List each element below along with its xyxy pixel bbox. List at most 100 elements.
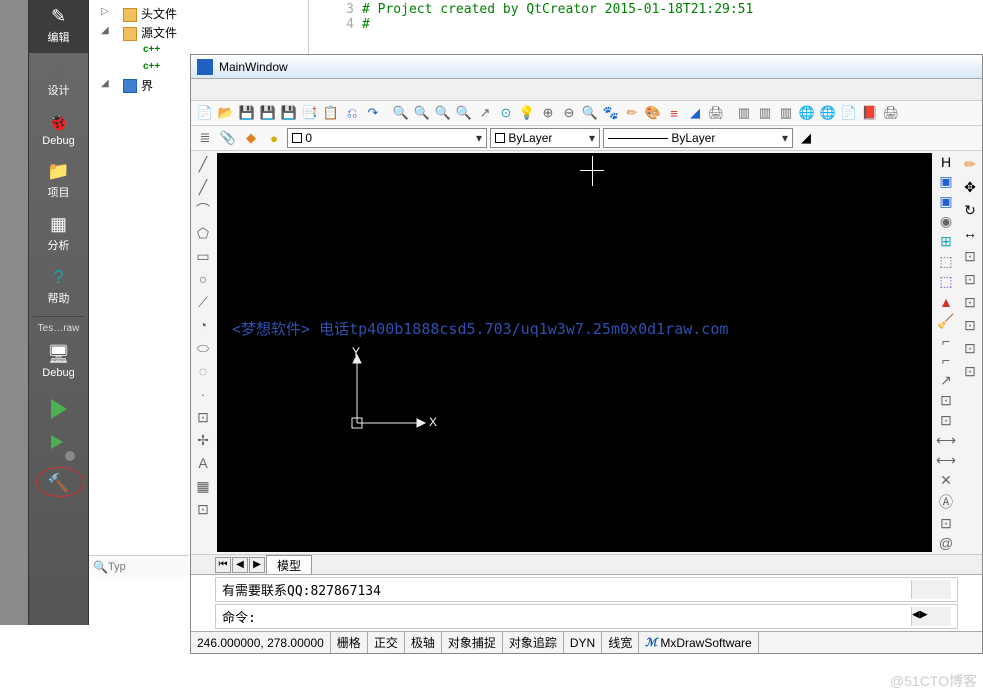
build-button[interactable]: 🔨 xyxy=(29,467,88,502)
tool-button[interactable]: ✏ xyxy=(622,103,642,123)
tree-node-sources[interactable]: ◢源文件 xyxy=(93,23,304,42)
tool-button[interactable]: 📑 xyxy=(300,103,320,123)
tool-button[interactable]: ▥ xyxy=(755,103,775,123)
tool-button[interactable]: ↔ xyxy=(959,222,981,244)
tool-button[interactable]: 📄 xyxy=(839,103,859,123)
status-grid[interactable]: 栅格 xyxy=(331,632,368,653)
layers-icon[interactable]: ≣ xyxy=(195,128,215,148)
tool-button[interactable]: ⊡ xyxy=(959,245,981,267)
tool-button[interactable]: 🖨 xyxy=(881,103,901,123)
tool-button[interactable]: ▣ xyxy=(935,192,957,211)
tool-button[interactable]: ⬭ xyxy=(192,337,214,359)
tool-button[interactable]: ⟷ xyxy=(935,451,957,470)
command-input[interactable]: 命令:◀▶ xyxy=(215,604,958,629)
mode-projects[interactable]: 📁项目 xyxy=(29,155,88,208)
tool-button[interactable]: ⊙ xyxy=(496,103,516,123)
tool-button[interactable]: ╱ xyxy=(192,153,214,175)
tool-button[interactable]: ⊡ xyxy=(192,406,214,428)
tool-button[interactable]: 💾 xyxy=(279,103,299,123)
tool-button[interactable]: ╱ xyxy=(192,176,214,198)
status-osnap[interactable]: 对象捕捉 xyxy=(442,632,503,653)
status-lweight[interactable]: 线宽 xyxy=(602,632,639,653)
tool-button[interactable]: ▥ xyxy=(776,103,796,123)
tool-button[interactable]: ⬚ xyxy=(935,272,957,291)
tool-button[interactable]: ⊡ xyxy=(959,360,981,382)
tool-button[interactable]: ⟷ xyxy=(935,431,957,450)
tool-button[interactable]: ⎌ xyxy=(342,103,362,123)
layer-select[interactable]: 0 ▾ xyxy=(287,128,487,148)
tool-button[interactable]: 🎨 xyxy=(643,103,663,123)
tool-button[interactable]: ◢ xyxy=(685,103,705,123)
tool-button[interactable]: ⊡ xyxy=(959,268,981,290)
tree-node-headers[interactable]: ▷头文件 xyxy=(93,4,304,23)
tool-button[interactable]: · xyxy=(192,383,214,405)
tab-nav-next[interactable]: ▶ xyxy=(249,557,265,573)
tool-button[interactable]: 🐾 xyxy=(601,103,621,123)
title-bar[interactable]: MainWindow xyxy=(191,55,982,79)
tool-button[interactable]: ⊡ xyxy=(959,314,981,336)
scroll-buttons[interactable]: ◀▶ xyxy=(911,607,951,626)
tool-button[interactable]: 🧹 xyxy=(935,312,957,331)
tool-button[interactable]: ▭ xyxy=(192,245,214,267)
tool-button[interactable]: @ xyxy=(935,534,957,552)
tool-button[interactable]: ▣ xyxy=(935,172,957,191)
tool-button[interactable]: 🌐 xyxy=(818,103,838,123)
tool-button[interactable]: 🌐 xyxy=(797,103,817,123)
tool-button[interactable]: ⊞ xyxy=(935,232,957,251)
tool-button[interactable]: ⊡ xyxy=(959,291,981,313)
tool-button[interactable]: ◉ xyxy=(935,212,957,231)
mode-help[interactable]: ?帮助 xyxy=(29,261,88,314)
tool-button[interactable]: ○ xyxy=(192,268,214,290)
tool-button[interactable]: ✢ xyxy=(192,429,214,451)
tool-button[interactable]: 🔍 xyxy=(454,103,474,123)
run-button[interactable] xyxy=(45,395,73,423)
tool-button[interactable]: ◌ xyxy=(192,360,214,382)
freeze-icon[interactable]: 📎 xyxy=(218,128,238,148)
tool-button[interactable]: ⌐ xyxy=(935,351,957,369)
drawing-canvas[interactable]: <梦想软件> 电话tp400b1888csd5.703/uq1w3w7.25m0… xyxy=(217,153,932,552)
tool-button[interactable]: Ⓐ xyxy=(935,491,957,513)
tool-button[interactable]: ▲ xyxy=(935,292,957,310)
locator-input[interactable] xyxy=(108,561,168,573)
tool-button[interactable]: ✏ xyxy=(959,153,981,175)
kit-project-label[interactable]: Tes…raw xyxy=(29,319,88,338)
tool-button[interactable]: 📕 xyxy=(860,103,880,123)
expand-icon[interactable]: ▷ xyxy=(101,6,109,17)
tool-button[interactable]: ▦ xyxy=(192,475,214,497)
linetype-select[interactable]: ByLayer ▾ xyxy=(603,128,793,148)
tool-button[interactable]: ⟋ xyxy=(192,291,214,313)
mode-debug[interactable]: 🐞Debug xyxy=(29,106,88,155)
tool-button[interactable]: ⌒ xyxy=(192,199,214,221)
tool-button[interactable]: ↻ xyxy=(959,199,981,221)
tool-button[interactable]: ⊡ xyxy=(935,411,957,430)
status-polar[interactable]: 极轴 xyxy=(405,632,442,653)
tool-button[interactable]: 💾 xyxy=(237,103,257,123)
tab-nav-first[interactable]: ⏮ xyxy=(215,557,231,573)
tool-button[interactable]: ⊡ xyxy=(192,498,214,520)
tool-button[interactable]: ↷ xyxy=(363,103,383,123)
scroll-buttons[interactable] xyxy=(911,580,951,599)
tab-model[interactable]: 模型 xyxy=(266,555,312,575)
tool-button[interactable]: 🔍 xyxy=(412,103,432,123)
tool-button[interactable]: 🔍 xyxy=(391,103,411,123)
tool-button[interactable]: ✥ xyxy=(959,176,981,198)
mode-design[interactable]: ✕设计 xyxy=(29,53,88,106)
run-debug-button[interactable] xyxy=(45,431,73,459)
tool-button[interactable]: ⌐ xyxy=(935,332,957,350)
color-select[interactable]: ByLayer ▾ xyxy=(490,128,600,148)
code-editor[interactable]: 3# Project created by QtCreator 2015-01-… xyxy=(330,0,983,54)
mode-edit[interactable]: ✎编辑 xyxy=(29,0,88,53)
expand-icon[interactable]: ◢ xyxy=(101,78,109,89)
lineweight-icon[interactable]: ◢ xyxy=(796,128,816,148)
tool-button[interactable]: ◔ xyxy=(192,314,214,336)
tool-button[interactable]: 💾 xyxy=(258,103,278,123)
tool-button[interactable]: 🔍 xyxy=(433,103,453,123)
tool-button[interactable]: ⊡ xyxy=(959,337,981,359)
tool-button[interactable]: ⊡ xyxy=(935,514,957,533)
tool-button[interactable]: ↗ xyxy=(475,103,495,123)
mode-analyze[interactable]: ▦分析 xyxy=(29,208,88,261)
tool-button[interactable]: A xyxy=(192,452,214,474)
status-otrack[interactable]: 对象追踪 xyxy=(503,632,564,653)
sun-icon[interactable]: ◆ xyxy=(241,128,261,148)
tool-button[interactable]: ⊕ xyxy=(538,103,558,123)
